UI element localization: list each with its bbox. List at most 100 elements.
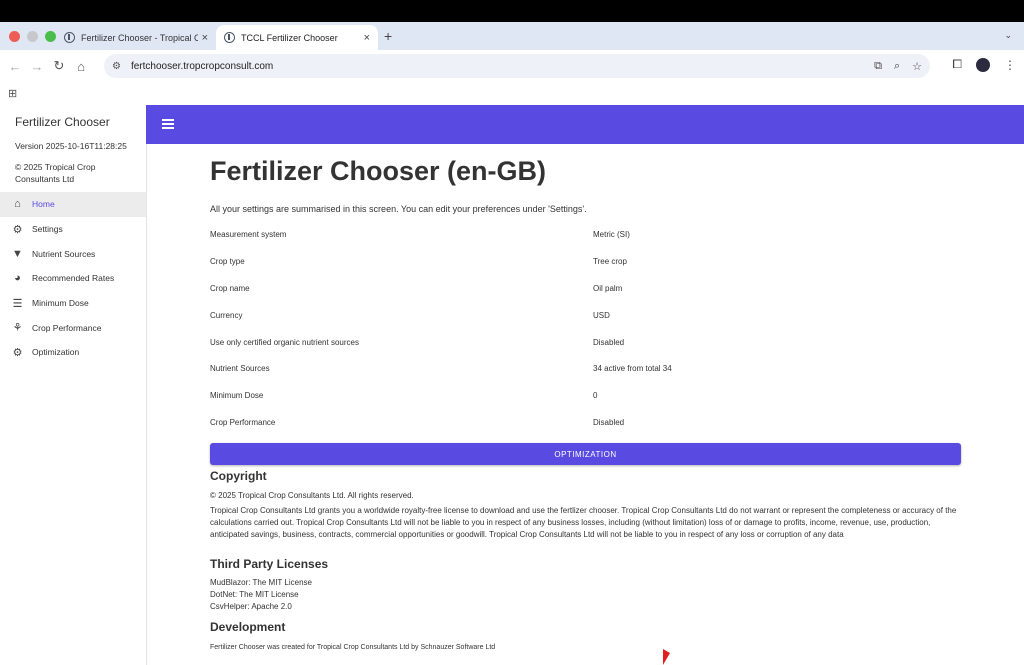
summary-value: Tree crop xyxy=(593,256,627,266)
site-favicon-icon xyxy=(64,32,75,43)
filter-icon: ▼ xyxy=(12,247,23,260)
maximize-window-button[interactable] xyxy=(45,31,56,42)
intro-text: All your settings are summarised in this… xyxy=(210,204,587,214)
summary-key: Crop type xyxy=(210,256,245,266)
window-controls xyxy=(9,31,56,42)
summary-key: Minimum Dose xyxy=(210,391,264,401)
summary-row: Measurement system Metric (SI) xyxy=(210,221,961,248)
home-icon: ⌂ xyxy=(14,198,21,211)
license-item: CsvHelper: Apache 2.0 xyxy=(210,602,292,611)
summary-value: 0 xyxy=(593,391,598,401)
app-bar xyxy=(146,105,1024,144)
summary-row: Currency USD xyxy=(210,302,961,329)
sidebar-item-label: Home xyxy=(32,199,55,210)
license-item: MudBlazor: The MIT License xyxy=(210,578,312,587)
minimize-window-button[interactable] xyxy=(27,31,38,42)
optimization-button[interactable]: OPTIMIZATION xyxy=(210,443,961,465)
summary-value: Disabled xyxy=(593,337,625,347)
summary-key: Crop name xyxy=(210,283,250,293)
sidebar: Fertilizer Chooser Version 2025-10-16T11… xyxy=(0,105,147,665)
gear-icon: ⚙ xyxy=(12,223,23,236)
browser-menu-icon[interactable]: ⋮ xyxy=(1004,58,1016,72)
address-bar[interactable]: ⚙ fertchooser.tropcropconsult.com ⧉ ⌕ ☆ xyxy=(104,54,930,78)
extensions-icon[interactable]: ⧠ xyxy=(952,57,962,72)
sidebar-copyright: © 2025 Tropical Crop Consultants Ltd xyxy=(15,162,96,184)
app-version: Version 2025-10-16T11:28:25 xyxy=(15,141,127,151)
sidebar-item-crop-performance[interactable]: ⚘ Crop Performance xyxy=(0,315,146,340)
copyright-heading: Copyright xyxy=(210,469,267,483)
app-root: Fertilizer Chooser Version 2025-10-16T11… xyxy=(0,105,1024,665)
pie-chart-icon: ◕ xyxy=(14,272,21,285)
main-content: Fertilizer Chooser (en-GB) All your sett… xyxy=(146,144,1024,665)
browser-tab-2[interactable]: TCCL Fertilizer Chooser × xyxy=(216,25,378,50)
development-heading: Development xyxy=(210,620,286,634)
close-window-button[interactable] xyxy=(9,31,20,42)
app-title: Fertilizer Chooser xyxy=(15,115,110,129)
sidebar-item-settings[interactable]: ⚙ Settings xyxy=(0,217,146,242)
tab-title: Fertilizer Chooser - Tropical C xyxy=(81,32,198,43)
page-title: Fertilizer Chooser (en-GB) xyxy=(210,156,547,186)
summary-row: Nutrient Sources 34 active from total 34 xyxy=(210,355,961,382)
summary-row: Crop Performance Disabled xyxy=(210,409,961,436)
reload-button[interactable]: ↻ xyxy=(48,58,70,74)
zoom-icon[interactable]: ⌕ xyxy=(894,60,900,73)
apps-grid-icon[interactable]: ⊞ xyxy=(8,87,17,100)
back-button[interactable]: ← xyxy=(4,59,26,74)
forward-button[interactable]: → xyxy=(26,59,48,74)
sidebar-item-nutrient-sources[interactable]: ▼ Nutrient Sources xyxy=(0,241,146,266)
browser-tab-1[interactable]: Fertilizer Chooser - Tropical C × xyxy=(56,25,216,50)
summary-value: USD xyxy=(593,310,610,320)
sidebar-item-label: Minimum Dose xyxy=(32,298,89,309)
sidebar-item-label: Settings xyxy=(32,224,63,235)
mouse-cursor-icon xyxy=(663,649,670,665)
tab-close-icon[interactable]: × xyxy=(202,32,208,44)
licenses-list: MudBlazor: The MIT License DotNet: The M… xyxy=(210,577,312,613)
summary-row: Crop name Oil palm xyxy=(210,275,961,302)
summary-value: Metric (SI) xyxy=(593,229,630,239)
profile-avatar[interactable] xyxy=(976,57,990,72)
licenses-heading: Third Party Licenses xyxy=(210,557,329,571)
sidebar-item-home[interactable]: ⌂ Home xyxy=(0,192,146,217)
summary-row: Minimum Dose 0 xyxy=(210,382,961,409)
sidebar-item-label: Recommended Rates xyxy=(32,273,115,284)
copyright-text: Tropical Crop Consultants Ltd grants you… xyxy=(210,506,957,539)
bookmarks-bar: ⊞ xyxy=(0,82,1024,105)
tab-search-chevron-icon[interactable]: ⌄ xyxy=(1004,30,1012,41)
summary-value: Disabled xyxy=(593,418,625,428)
checklist-icon: ☰ xyxy=(12,297,23,310)
summary-key: Measurement system xyxy=(210,229,287,239)
license-item: DotNet: The MIT License xyxy=(210,590,299,599)
site-info-icon[interactable]: ⚙ xyxy=(112,61,121,72)
summary-key: Nutrient Sources xyxy=(210,364,270,374)
home-button[interactable]: ⌂ xyxy=(70,59,92,74)
summary-key: Crop Performance xyxy=(210,418,276,428)
nav-menu: ⌂ Home ⚙ Settings ▼ Nutrient Sources ◕ R… xyxy=(0,192,146,365)
summary-value: Oil palm xyxy=(593,283,623,293)
sidebar-item-optimization[interactable]: ⚙ Optimization xyxy=(0,340,146,365)
settings-summary: Measurement system Metric (SI) Crop type… xyxy=(210,221,961,436)
sidebar-item-recommended-rates[interactable]: ◕ Recommended Rates xyxy=(0,266,146,291)
development-text: Fertilizer Chooser was created for Tropi… xyxy=(210,644,496,651)
summary-key: Use only certified organic nutrient sour… xyxy=(210,337,359,347)
sidebar-item-label: Nutrient Sources xyxy=(32,248,96,259)
hamburger-menu-icon[interactable] xyxy=(162,119,174,129)
summary-value: 34 active from total 34 xyxy=(593,364,672,374)
browser-window: Fertilizer Chooser - Tropical C × TCCL F… xyxy=(0,22,1024,665)
crop-icon: ⚘ xyxy=(12,322,23,335)
new-tab-button[interactable]: + xyxy=(384,28,392,44)
browser-toolbar: ← → ↻ ⌂ ⚙ fertchooser.tropcropconsult.co… xyxy=(0,50,1024,82)
copyright-line: © 2025 Tropical Crop Consultants Ltd. Al… xyxy=(210,491,414,500)
sidebar-item-minimum-dose[interactable]: ☰ Minimum Dose xyxy=(0,291,146,316)
site-favicon-icon xyxy=(224,32,235,43)
tab-close-icon[interactable]: × xyxy=(364,32,370,44)
tractor-icon: ⚙ xyxy=(12,346,23,359)
summary-key: Currency xyxy=(210,310,243,320)
sidebar-item-label: Optimization xyxy=(32,347,80,358)
install-app-icon[interactable]: ⧉ xyxy=(874,60,882,73)
sidebar-item-label: Crop Performance xyxy=(32,322,102,333)
tab-strip: Fertilizer Chooser - Tropical C × TCCL F… xyxy=(0,22,1024,50)
summary-row: Use only certified organic nutrient sour… xyxy=(210,329,961,356)
url-text[interactable]: fertchooser.tropcropconsult.com xyxy=(131,61,874,72)
bookmark-star-icon[interactable]: ☆ xyxy=(912,60,922,73)
tab-title: TCCL Fertilizer Chooser xyxy=(241,32,338,43)
